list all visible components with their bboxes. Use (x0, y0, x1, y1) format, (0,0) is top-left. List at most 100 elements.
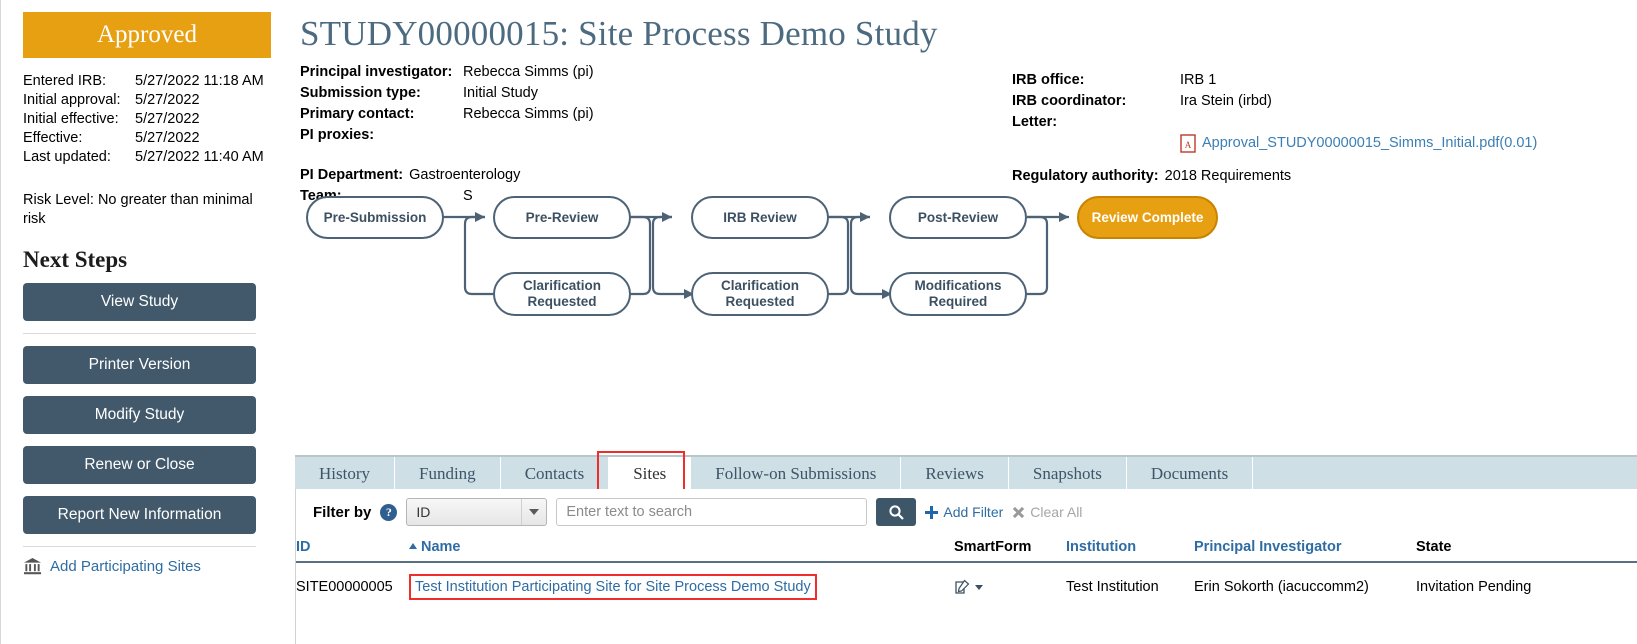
tab-history[interactable]: History (295, 457, 395, 491)
next-steps-heading: Next Steps (23, 247, 128, 272)
tab-contacts[interactable]: Contacts (501, 457, 610, 491)
workflow-node-pre-review[interactable]: Pre-Review (493, 196, 631, 239)
tab-strip-filler (1253, 457, 1637, 491)
info-value: Initial Study (463, 85, 538, 101)
info-row-submission-type: Submission type: Initial Study (300, 83, 594, 104)
add-participating-sites-link[interactable]: Add Participating Sites (23, 546, 256, 575)
table-row: SITE00000005 Test Institution Participat… (296, 562, 1637, 608)
info-row-irb-office: IRB office: IRB 1 (1012, 70, 1537, 91)
add-filter-button[interactable]: Add Filter (925, 504, 1003, 520)
add-filter-label: Add Filter (943, 504, 1004, 520)
column-header-principal-investigator[interactable]: Principal Investigator (1194, 535, 1416, 563)
info-row-pi-proxies: PI proxies: (300, 125, 594, 146)
svg-text:A: A (1185, 140, 1192, 150)
column-header-id[interactable]: ID (296, 535, 409, 563)
search-button[interactable] (876, 498, 917, 526)
column-header-name-label: Name (421, 539, 461, 555)
edit-icon (955, 579, 970, 594)
meta-label: Last updated: (23, 149, 111, 165)
info-label: Primary contact: (300, 106, 415, 122)
printer-version-button[interactable]: Printer Version (23, 346, 256, 384)
info-label: Principal investigator: (300, 64, 453, 80)
tab-documents[interactable]: Documents (1127, 457, 1254, 491)
close-icon (1012, 506, 1025, 519)
pdf-icon: A (1180, 134, 1196, 153)
meta-label: Effective: (23, 130, 83, 146)
page-title: STUDY00000015: Site Process Demo Study (300, 14, 938, 53)
info-label: Letter: (1012, 114, 1058, 130)
column-header-state: State (1416, 535, 1637, 563)
cell-id: SITE00000005 (296, 579, 393, 595)
tab-sites[interactable]: Sites (609, 457, 692, 491)
meta-value: 5/27/2022 (135, 92, 200, 108)
renew-or-close-button[interactable]: Renew or Close (23, 446, 256, 484)
tab-snapshots[interactable]: Snapshots (1009, 457, 1127, 491)
workflow-node-irb-review[interactable]: IRB Review (691, 196, 829, 239)
meta-value: 5/27/2022 11:40 AM (135, 149, 264, 165)
info-row-letter: Letter: (1012, 112, 1537, 133)
workflow-node-post-review[interactable]: Post-Review (889, 196, 1027, 239)
info-value: IRB 1 (1180, 72, 1217, 88)
info-label: IRB coordinator: (1012, 93, 1127, 109)
info-label: IRB office: (1012, 72, 1085, 88)
smartform-menu[interactable] (954, 579, 1066, 596)
cell-institution: Test Institution (1066, 579, 1159, 595)
column-header-smartform: SmartForm (954, 535, 1066, 563)
info-row-principal-investigator: Principal investigator: Rebecca Simms (p… (300, 62, 594, 83)
filter-column-select[interactable]: ID (406, 498, 548, 526)
tab-follow-on-submissions[interactable]: Follow-on Submissions (691, 457, 902, 491)
cell-smartform (954, 562, 1066, 608)
workflow-node-pre-submission[interactable]: Pre-Submission (306, 196, 444, 239)
info-label: Submission type: (300, 85, 421, 101)
tab-reviews[interactable]: Reviews (901, 457, 1009, 491)
site-name-link[interactable]: Test Institution Participating Site for … (415, 579, 811, 595)
cell-state: Invitation Pending (1416, 579, 1532, 595)
workflow-node-modifications-required[interactable]: Modifications Required (889, 272, 1027, 316)
meta-label: Initial effective: (23, 111, 119, 127)
plus-icon (925, 505, 939, 519)
letter-file-link[interactable]: Approval_STUDY00000015_Simms_Initial.pdf… (1202, 133, 1537, 154)
table-body: SITE00000005 Test Institution Participat… (296, 562, 1637, 608)
meta-value: 5/27/2022 11:18 AM (135, 73, 264, 89)
tab-bar: History Funding Contacts Sites Follow-on… (295, 455, 1637, 491)
info-value: Ira Stein (irbd) (1180, 93, 1272, 109)
table-header: ID Name SmartForm Institution Principal … (296, 535, 1637, 563)
sites-table: ID Name SmartForm Institution Principal … (296, 535, 1637, 608)
meta-label: Entered IRB: (23, 73, 107, 89)
study-meta-list: Entered IRB: 5/27/2022 11:18 AM Initial … (23, 72, 283, 167)
meta-row: Entered IRB: 5/27/2022 11:18 AM (23, 72, 283, 91)
next-steps-buttons: View Study Printer Version Modify Study … (23, 283, 261, 534)
workflow-node-review-complete[interactable]: Review Complete (1077, 196, 1218, 239)
info-row-primary-contact: Primary contact: Rebecca Simms (pi) (300, 104, 594, 125)
meta-row: Last updated: 5/27/2022 11:40 AM (23, 148, 283, 167)
risk-level-label: Risk Level: (23, 192, 94, 208)
view-study-button[interactable]: View Study (23, 283, 256, 321)
site-name-highlight-annotation: Test Institution Participating Site for … (409, 574, 817, 600)
add-participating-sites-label: Add Participating Sites (50, 557, 201, 575)
tab-funding[interactable]: Funding (395, 457, 501, 491)
info-row-irb-coordinator: IRB coordinator: Ira Stein (irbd) (1012, 91, 1537, 112)
cell-name: Test Institution Participating Site for … (409, 562, 954, 608)
column-header-name[interactable]: Name (409, 535, 954, 563)
meta-value: 5/27/2022 (135, 130, 200, 146)
letter-attachment[interactable]: A Approval_STUDY00000015_Simms_Initial.p… (1180, 133, 1537, 154)
clear-all-button[interactable]: Clear All (1012, 504, 1082, 520)
search-icon (889, 504, 904, 520)
modify-study-button[interactable]: Modify Study (23, 396, 256, 434)
study-workspace-page: Approved Entered IRB: 5/27/2022 11:18 AM… (0, 0, 1637, 644)
search-input[interactable] (556, 498, 868, 526)
study-info: Principal investigator: Rebecca Simms (p… (300, 62, 1637, 204)
clear-all-label: Clear All (1030, 504, 1083, 520)
study-info-right: IRB office: IRB 1 IRB coordinator: Ira S… (1012, 70, 1537, 187)
info-value: Rebecca Simms (pi) (463, 64, 594, 80)
help-icon[interactable]: ? (380, 503, 398, 521)
cell-principal-investigator: Erin Sokorth (iacuccomm2) (1194, 579, 1369, 595)
sidebar: Approved Entered IRB: 5/27/2022 11:18 AM… (0, 0, 283, 644)
meta-value: 5/27/2022 (135, 111, 200, 127)
workflow-node-clarification-requested-pre-review[interactable]: Clarification Requested (493, 272, 631, 316)
divider (23, 333, 256, 334)
report-new-information-button[interactable]: Report New Information (23, 496, 256, 534)
column-header-institution[interactable]: Institution (1066, 535, 1194, 563)
workflow-node-clarification-requested-irb-review[interactable]: Clarification Requested (691, 272, 829, 316)
